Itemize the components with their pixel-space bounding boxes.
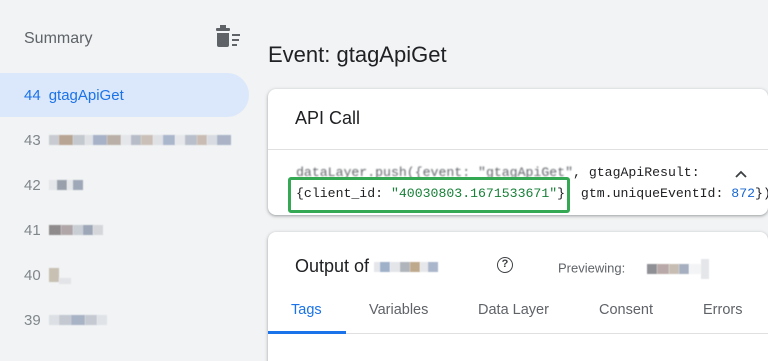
redacted-container-name	[374, 262, 439, 273]
event-name: gtagApiGet	[48, 86, 124, 104]
redacted-event-name	[48, 315, 107, 325]
tab-errors[interactable]: Errors	[703, 302, 742, 318]
code-line1-suffix: , gtagApiResult:	[573, 165, 700, 180]
sidebar: Summary 44 gtagApiGet 43 42 41 40 39	[0, 0, 262, 361]
active-tab-indicator	[268, 331, 346, 334]
event-item[interactable]: 40	[0, 253, 249, 297]
event-item[interactable]: 41	[0, 208, 249, 252]
event-number: 41	[24, 221, 41, 239]
tab-consent[interactable]: Consent	[599, 302, 653, 318]
event-number: 43	[24, 131, 41, 149]
output-title-text: Output of	[295, 256, 375, 276]
event-item[interactable]: 42	[0, 163, 249, 207]
summary-header[interactable]: Summary	[24, 30, 92, 48]
code-line2-end: })	[755, 186, 768, 201]
tab-data-layer[interactable]: Data Layer	[478, 302, 549, 318]
output-card: Output of ? Previewing: Tags Variables D…	[268, 232, 768, 361]
previewing-text: Previewing:	[558, 260, 626, 276]
event-number: 42	[24, 176, 41, 194]
redacted-event-name	[48, 266, 71, 284]
redacted-event-name	[48, 225, 103, 235]
output-title: Output of	[295, 256, 439, 277]
tab-variables[interactable]: Variables	[369, 302, 428, 318]
redacted-preview-target	[646, 259, 709, 279]
page-title: Event: gtagApiGet	[268, 42, 447, 67]
unique-event-id-value: 872	[731, 186, 756, 201]
event-item[interactable]: 43	[0, 118, 249, 162]
event-number: 39	[24, 311, 41, 329]
event-item-active[interactable]: 44 gtagApiGet	[0, 73, 249, 117]
event-number: 44	[24, 86, 41, 104]
help-icon[interactable]: ?	[497, 257, 513, 273]
previewing-label: Previewing:	[558, 259, 709, 279]
event-number: 40	[24, 266, 41, 284]
code-line2-mid: }, gtm.uniqueEventId:	[557, 186, 732, 201]
divider	[268, 149, 768, 150]
output-tabs: Tags Variables Data Layer Consent Errors	[268, 290, 768, 334]
delete-sweep-icon[interactable]	[216, 25, 240, 50]
api-call-title: API Call	[295, 108, 361, 128]
redacted-event-name	[48, 135, 231, 145]
event-item[interactable]: 39	[0, 298, 249, 342]
tab-tags[interactable]: Tags	[291, 302, 322, 318]
chevron-up-icon[interactable]	[733, 166, 749, 182]
redacted-event-name	[48, 180, 83, 190]
client-id-highlight	[288, 177, 570, 213]
